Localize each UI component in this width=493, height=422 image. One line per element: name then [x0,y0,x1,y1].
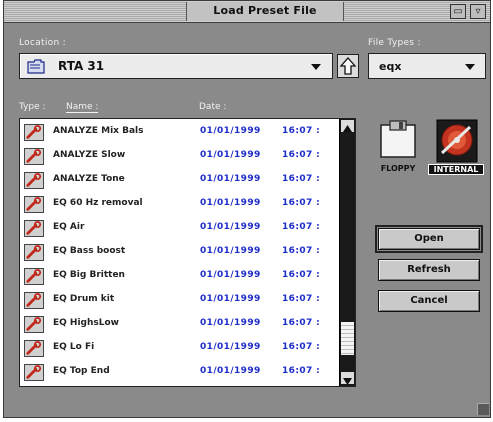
file-row[interactable]: ANALYZE Slow 01/01/1999 16:07 : [20,145,338,169]
file-time: 16:07 : [282,174,321,184]
vertical-scrollbar[interactable] [339,119,355,386]
file-name: ANALYZE Slow [53,150,126,160]
file-row[interactable]: EQ Top End 01/01/1999 16:07 : [20,361,338,385]
collapse-box-icon[interactable]: ▭ [450,4,466,19]
column-name-header[interactable]: Name : [66,102,99,113]
refresh-button[interactable]: Refresh [378,259,480,281]
chevron-down-icon [465,64,475,70]
floppy-disk-button[interactable] [379,119,419,159]
file-name: ANALYZE Mix Bals [53,126,144,136]
resize-grip-icon[interactable] [477,403,489,415]
folder-icon [27,59,45,74]
file-time: 16:07 : [282,342,321,352]
file-name: EQ 60 Hz removal [53,198,143,208]
file-row[interactable]: ANALYZE Tone 01/01/1999 16:07 : [20,169,338,193]
file-time: 16:07 : [282,126,321,136]
file-row[interactable]: EQ HighsLow 01/01/1999 16:07 : [20,313,338,337]
file-types-dropdown[interactable]: eqx [368,53,486,79]
column-date-header[interactable]: Date : [199,102,226,112]
file-name: EQ HighsLow [53,318,119,328]
up-arrow-icon [339,57,357,75]
internal-label: INTERNAL [428,164,484,175]
file-row[interactable]: EQ Lo Fi 01/01/1999 16:07 : [20,337,338,361]
file-name: EQ Drum kit [53,294,115,304]
wrench-file-icon [24,364,44,381]
chevron-down-icon [311,64,321,70]
file-time: 16:07 : [282,150,321,160]
up-folder-button[interactable] [337,54,359,78]
open-button[interactable]: Open [375,225,483,253]
file-time: 16:07 : [282,246,321,256]
file-date: 01/01/1999 [200,198,261,208]
location-dropdown[interactable]: RTA 31 [19,53,333,79]
file-row[interactable]: EQ Air 01/01/1999 16:07 : [20,217,338,241]
internal-disk-button[interactable] [436,119,478,163]
wrench-file-icon [24,316,44,333]
wrench-file-icon [24,172,44,189]
file-date: 01/01/1999 [200,366,261,376]
windowshade-icon[interactable]: ▿ [470,4,486,19]
wrench-file-icon [24,148,44,165]
scroll-up-icon[interactable] [341,120,354,132]
file-date: 01/01/1999 [200,342,261,352]
column-type-header[interactable]: Type : [19,102,46,112]
file-row[interactable]: EQ Big Britten 01/01/1999 16:07 : [20,265,338,289]
title-bar[interactable]: Load Preset File ▭ ▿ [4,1,490,23]
file-date: 01/01/1999 [200,126,261,136]
wrench-file-icon [24,268,44,285]
file-date: 01/01/1999 [200,174,261,184]
cancel-button[interactable]: Cancel [378,290,480,312]
file-name: EQ Lo Fi [53,342,95,352]
file-date: 01/01/1999 [200,222,261,232]
file-time: 16:07 : [282,270,321,280]
file-name: EQ Big Britten [53,270,125,280]
file-list[interactable]: ANALYZE Mix Bals 01/01/1999 16:07 : ANALYZE… [19,118,356,387]
scroll-down-icon[interactable] [341,372,354,385]
file-date: 01/01/1999 [200,150,261,160]
file-name: EQ Top End [53,366,110,376]
location-value: RTA 31 [58,59,105,73]
file-types-label: File Types : [368,38,421,48]
file-type-value: eqx [379,60,402,73]
file-row[interactable]: EQ Drum kit 01/01/1999 16:07 : [20,289,338,313]
file-name: EQ Air [53,222,85,232]
wrench-file-icon [24,292,44,309]
wrench-file-icon [24,220,44,237]
scroll-thumb[interactable] [341,321,354,355]
file-time: 16:07 : [282,318,321,328]
wrench-file-icon [24,340,44,357]
file-date: 01/01/1999 [200,294,261,304]
hard-disk-icon [436,119,478,163]
file-row[interactable]: EQ 60 Hz removal 01/01/1999 16:07 : [20,193,338,217]
file-time: 16:07 : [282,366,321,376]
file-time: 16:07 : [282,198,321,208]
window-title: Load Preset File [213,4,317,17]
wrench-file-icon [24,244,44,261]
load-preset-dialog: Load Preset File ▭ ▿ Location : File Typ… [3,0,491,418]
file-date: 01/01/1999 [200,246,261,256]
location-label: Location : [19,38,66,48]
file-time: 16:07 : [282,222,321,232]
file-name: ANALYZE Tone [53,174,125,184]
title-plate: Load Preset File [186,2,344,21]
file-row[interactable]: EQ Bass boost 01/01/1999 16:07 : [20,241,338,265]
floppy-label: FLOPPY [380,164,416,173]
file-time: 16:07 : [282,294,321,304]
wrench-file-icon [24,124,44,141]
file-row[interactable]: ANALYZE Mix Bals 01/01/1999 16:07 : [20,121,338,145]
file-date: 01/01/1999 [200,318,261,328]
file-name: EQ Bass boost [53,246,126,256]
floppy-disk-icon [380,120,416,158]
file-date: 01/01/1999 [200,270,261,280]
wrench-file-icon [24,196,44,213]
